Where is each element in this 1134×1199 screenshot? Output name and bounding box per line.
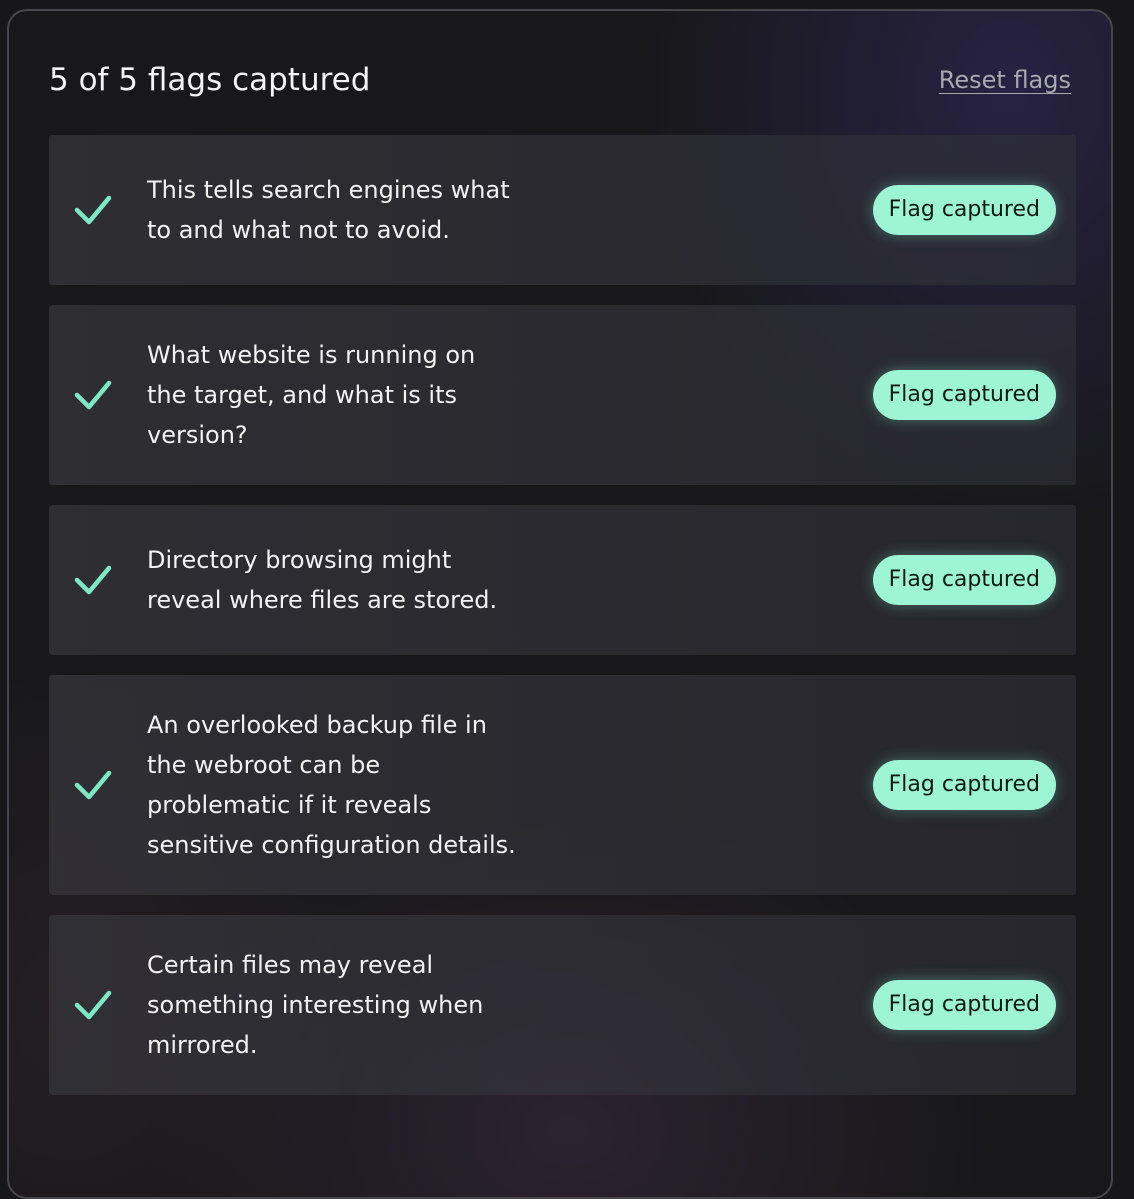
checkmark-icon — [71, 767, 115, 803]
checkmark-icon — [71, 377, 115, 413]
flag-hint-line: the target, and what is its — [147, 381, 457, 409]
panel-header: 5 of 5 flags captured Reset flags — [49, 57, 1071, 105]
flag-hint: Directory browsing might reveal where fi… — [147, 540, 547, 620]
flag-hint-line: to and what not to avoid. — [147, 216, 450, 244]
flag-hint: Certain files may reveal something inter… — [147, 945, 547, 1065]
flag-captured-badge: Flag captured — [872, 185, 1056, 235]
flag-item: Certain files may reveal something inter… — [49, 915, 1076, 1095]
flag-hint-line: Certain files may reveal — [147, 951, 434, 979]
flag-hint: This tells search engines what to and wh… — [147, 170, 547, 250]
flag-hint-line: mirrored. — [147, 1031, 258, 1059]
flag-hint-line: Directory browsing might — [147, 546, 452, 574]
flag-hint-line: reveal where files are stored. — [147, 586, 498, 614]
checkmark-icon — [71, 562, 115, 598]
flag-hint-line: An overlooked backup file in — [147, 711, 487, 739]
flag-hint: What website is running on the target, a… — [147, 335, 547, 455]
flag-captured-badge: Flag captured — [872, 370, 1056, 420]
checkmark-icon — [71, 987, 115, 1023]
flag-hint-line: the webroot can be — [147, 751, 381, 779]
flags-list: This tells search engines what to and wh… — [49, 135, 1076, 1115]
flag-captured-badge: Flag captured — [872, 760, 1056, 810]
flag-hint-line: version? — [147, 421, 248, 449]
flag-hint-line: something interesting when — [147, 991, 484, 1019]
flag-hint: An overlooked backup file in the webroot… — [147, 705, 547, 865]
flag-item: Directory browsing might reveal where fi… — [49, 505, 1076, 655]
flags-count-title: 5 of 5 flags captured — [49, 62, 371, 98]
flag-item: This tells search engines what to and wh… — [49, 135, 1076, 285]
flag-hint-line: This tells search engines what — [147, 176, 510, 204]
flags-panel: 5 of 5 flags captured Reset flags This t… — [7, 9, 1113, 1199]
flag-hint-line: What website is running on — [147, 341, 476, 369]
flag-hint-line: sensitive configuration details. — [147, 831, 516, 859]
reset-flags-link[interactable]: Reset flags — [939, 63, 1071, 97]
flag-item: What website is running on the target, a… — [49, 305, 1076, 485]
checkmark-icon — [71, 192, 115, 228]
flag-hint-line: problematic if it reveals — [147, 791, 432, 819]
flag-captured-badge: Flag captured — [872, 980, 1056, 1030]
flag-item: An overlooked backup file in the webroot… — [49, 675, 1076, 895]
flag-captured-badge: Flag captured — [872, 555, 1056, 605]
